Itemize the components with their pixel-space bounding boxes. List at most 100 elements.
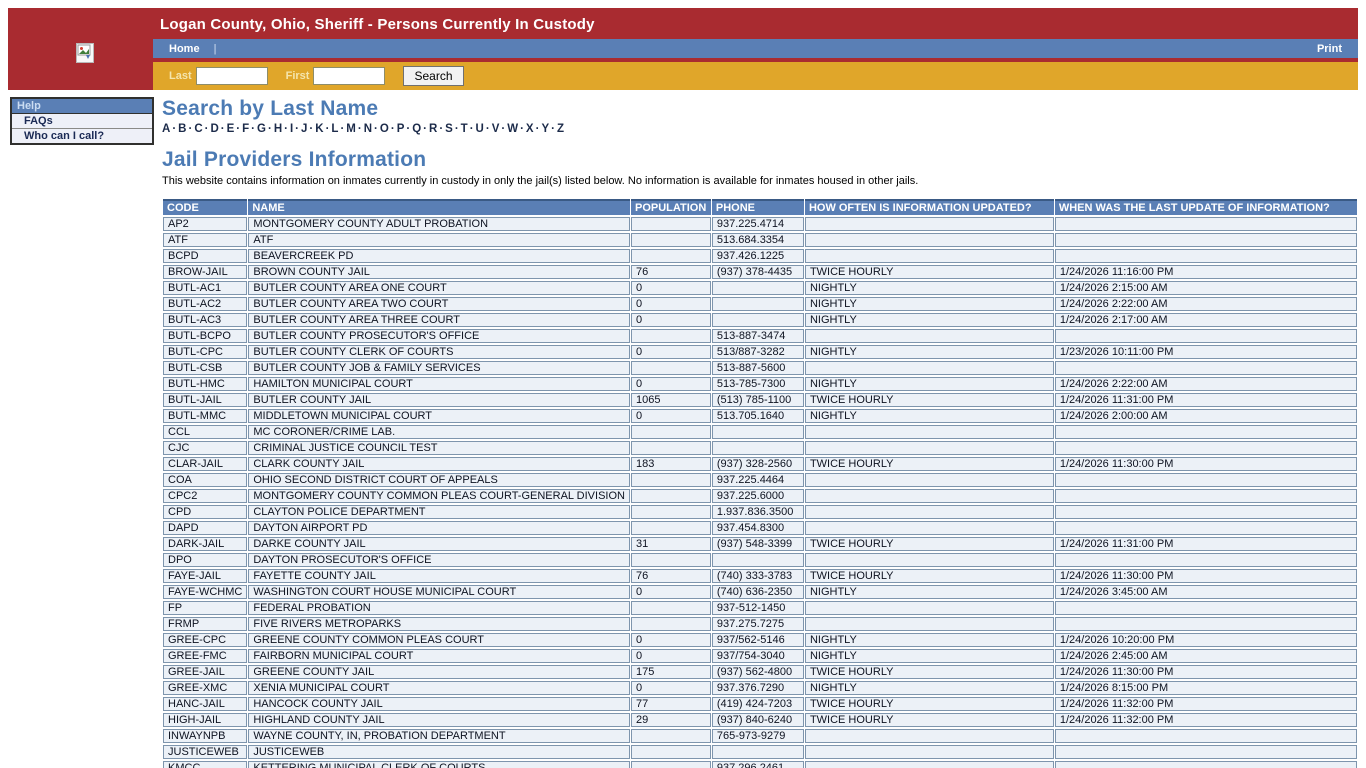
alphabet-letter-J[interactable]: J xyxy=(301,123,307,135)
table-row: CLAR-JAILCLARK COUNTY JAIL183(937) 328-2… xyxy=(163,457,1357,471)
table-cell: GREE-JAIL xyxy=(163,665,247,679)
table-cell: JUSTICEWEB xyxy=(248,745,630,759)
table-row: BUTL-AC3BUTLER COUNTY AREA THREE COURT0N… xyxy=(163,313,1357,327)
nav-print-link[interactable]: Print xyxy=(1317,43,1342,55)
table-row: CCLMC CORONER/CRIME LAB. xyxy=(163,425,1357,439)
table-cell xyxy=(1055,249,1357,263)
column-header-phone: PHONE xyxy=(712,199,804,215)
last-name-label: Last xyxy=(169,70,192,82)
table-cell: DAPD xyxy=(163,521,247,535)
alphabet-letter-G[interactable]: G xyxy=(257,123,266,135)
table-cell: FP xyxy=(163,601,247,615)
table-cell xyxy=(631,217,711,231)
alphabet-letter-U[interactable]: U xyxy=(476,123,484,135)
table-cell: (937) 548-3399 xyxy=(712,537,804,551)
table-row: JUSTICEWEBJUSTICEWEB xyxy=(163,745,1357,759)
sidebar-item-who-can-i-call[interactable]: Who can I call? xyxy=(12,129,152,143)
alphabet-letter-S[interactable]: S xyxy=(445,123,453,135)
table-cell: HANC-JAIL xyxy=(163,697,247,711)
table-row: DPODAYTON PROSECUTOR'S OFFICE xyxy=(163,553,1357,567)
table-row: FAYE-WCHMCWASHINGTON COURT HOUSE MUNICIP… xyxy=(163,585,1357,599)
first-name-input[interactable] xyxy=(313,67,385,85)
alphabet-letter-Z[interactable]: Z xyxy=(557,123,564,135)
alphabet-letter-I[interactable]: I xyxy=(290,123,293,135)
alphabet-letter-Q[interactable]: Q xyxy=(412,123,421,135)
alphabet-letter-F[interactable]: F xyxy=(242,123,249,135)
alphabet-letter-R[interactable]: R xyxy=(429,123,437,135)
table-cell xyxy=(805,521,1054,535)
search-button[interactable]: Search xyxy=(403,66,463,86)
nav-home-link[interactable]: Home xyxy=(169,43,200,55)
table-cell: 29 xyxy=(631,713,711,727)
table-cell: 0 xyxy=(631,313,711,327)
sidebar-item-help[interactable]: Help xyxy=(12,99,152,114)
table-cell xyxy=(805,329,1054,343)
table-cell xyxy=(712,281,804,295)
table-cell: 1/24/2026 3:45:00 AM xyxy=(1055,585,1357,599)
last-name-input[interactable] xyxy=(196,67,268,85)
table-cell: MONTGOMERY COUNTY COMMON PLEAS COURT-GEN… xyxy=(248,489,630,503)
table-cell: GREENE COUNTY COMMON PLEAS COURT xyxy=(248,633,630,647)
alphabet-letter-L[interactable]: L xyxy=(331,123,338,135)
alphabet-letter-V[interactable]: V xyxy=(492,123,500,135)
table-cell xyxy=(1055,505,1357,519)
alphabet-letter-Y[interactable]: Y xyxy=(541,123,549,135)
column-header-population: POPULATION xyxy=(631,199,711,215)
alphabet-letter-T[interactable]: T xyxy=(461,123,468,135)
alphabet-separator: · xyxy=(172,123,176,135)
alphabet-letter-C[interactable]: C xyxy=(194,123,202,135)
table-cell: 1/24/2026 11:30:00 PM xyxy=(1055,569,1357,583)
table-cell: 76 xyxy=(631,265,711,279)
table-row: BUTL-JAILBUTLER COUNTY JAIL1065(513) 785… xyxy=(163,393,1357,407)
alphabet-letter-X[interactable]: X xyxy=(526,123,534,135)
table-row: DAPDDAYTON AIRPORT PD937.454.8300 xyxy=(163,521,1357,535)
alphabet-letter-W[interactable]: W xyxy=(507,123,518,135)
alphabet-letter-P[interactable]: P xyxy=(397,123,405,135)
table-cell: CCL xyxy=(163,425,247,439)
table-cell xyxy=(631,441,711,455)
table-cell: DARKE COUNTY JAIL xyxy=(248,537,630,551)
alphabet-letter-B[interactable]: B xyxy=(178,123,186,135)
sidebar-item-faqs[interactable]: FAQs xyxy=(12,114,152,129)
table-row: GREE-JAILGREENE COUNTY JAIL175(937) 562-… xyxy=(163,665,1357,679)
table-cell: BUTL-CPC xyxy=(163,345,247,359)
table-row: BUTL-BCPOBUTLER COUNTY PROSECUTOR'S OFFI… xyxy=(163,329,1357,343)
alphabet-letter-E[interactable]: E xyxy=(227,123,235,135)
table-cell: 937.296.2461 xyxy=(712,761,804,768)
alphabet-separator: · xyxy=(326,123,330,135)
alphabet-letter-N[interactable]: N xyxy=(364,123,372,135)
table-cell: 937.275.7275 xyxy=(712,617,804,631)
table-cell: NIGHTLY xyxy=(805,377,1054,391)
table-cell: FIVE RIVERS METROPARKS xyxy=(248,617,630,631)
alphabet-separator: · xyxy=(455,123,459,135)
table-cell xyxy=(631,233,711,247)
first-name-label: First xyxy=(286,70,310,82)
table-cell: 937/754-3040 xyxy=(712,649,804,663)
table-cell xyxy=(631,729,711,743)
broken-image-icon xyxy=(76,43,94,63)
alphabet-separator: · xyxy=(520,123,524,135)
table-cell: 1/24/2026 2:00:00 AM xyxy=(1055,409,1357,423)
alphabet-letter-A[interactable]: A xyxy=(162,123,170,135)
table-row: BUTL-HMCHAMILTON MUNICIPAL COURT0513-785… xyxy=(163,377,1357,391)
table-row: BUTL-CSBBUTLER COUNTY JOB & FAMILY SERVI… xyxy=(163,361,1357,375)
alphabet-letter-D[interactable]: D xyxy=(210,123,218,135)
table-cell: 1/24/2026 10:20:00 PM xyxy=(1055,633,1357,647)
table-cell: BEAVERCREEK PD xyxy=(248,249,630,263)
table-cell xyxy=(1055,553,1357,567)
page-title: Logan County, Ohio, Sheriff - Persons Cu… xyxy=(160,16,595,33)
table-cell: ATF xyxy=(248,233,630,247)
alphabet-letter-O[interactable]: O xyxy=(380,123,389,135)
table-row: KMCCKETTERING MUNICIPAL CLERK OF COURTS9… xyxy=(163,761,1357,768)
table-cell: 1/24/2026 2:17:00 AM xyxy=(1055,313,1357,327)
table-cell xyxy=(1055,441,1357,455)
alphabet-letter-H[interactable]: H xyxy=(274,123,282,135)
table-cell xyxy=(631,761,711,768)
table-cell: BUTLER COUNTY AREA TWO COURT xyxy=(248,297,630,311)
table-cell: COA xyxy=(163,473,247,487)
table-cell: FAYE-WCHMC xyxy=(163,585,247,599)
alphabet-letter-M[interactable]: M xyxy=(346,123,356,135)
table-cell xyxy=(805,601,1054,615)
table-cell xyxy=(1055,489,1357,503)
alphabet-letter-K[interactable]: K xyxy=(315,123,323,135)
